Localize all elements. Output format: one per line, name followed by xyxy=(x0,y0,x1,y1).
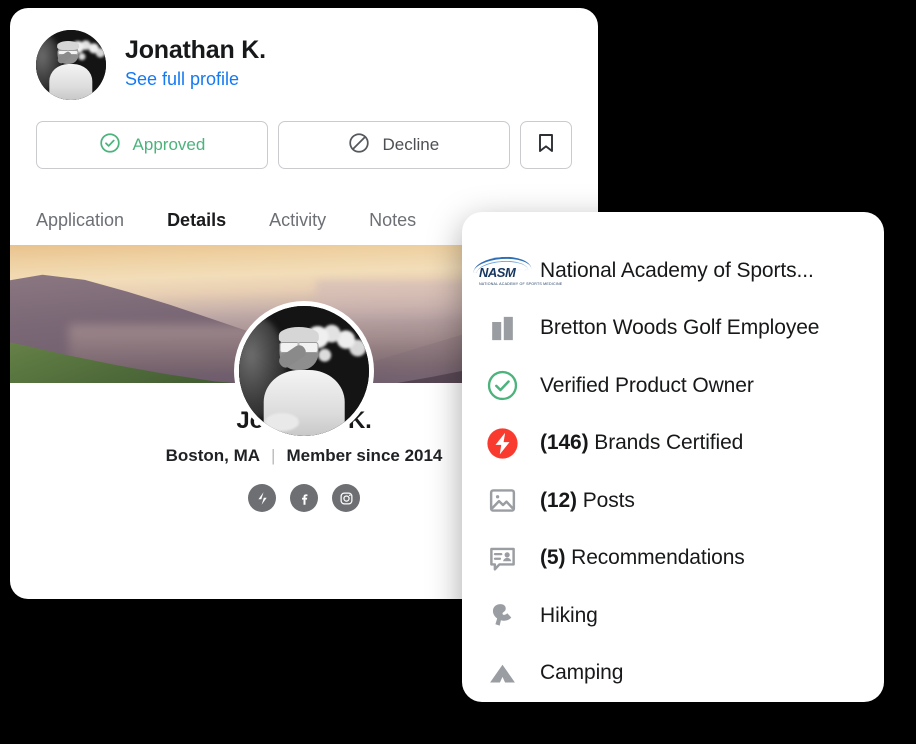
tab-details[interactable]: Details xyxy=(159,210,235,251)
detail-label: National Academy of Sports... xyxy=(540,258,814,282)
verified-check-icon xyxy=(484,368,520,404)
see-full-profile-link[interactable]: See full profile xyxy=(125,69,266,91)
detail-row-camping[interactable]: Camping xyxy=(484,645,862,703)
nasm-wordmark: NASM xyxy=(479,264,516,280)
detail-row-employer[interactable]: Bretton Woods Golf Employee xyxy=(484,300,862,358)
image-icon xyxy=(484,483,520,519)
tab-activity[interactable]: Activity xyxy=(269,210,326,245)
screenshot-stage: Jonathan K. See full profile Approved De… xyxy=(0,0,916,744)
detail-label: (12) Posts xyxy=(540,489,635,513)
header-text-block: Jonathan K. See full profile xyxy=(125,30,266,90)
detail-row-recommendations[interactable]: (5) Recommendations xyxy=(484,530,862,588)
detail-count: (12) xyxy=(540,488,577,512)
detail-text: Recommendations xyxy=(571,546,745,570)
approved-label: Approved xyxy=(132,135,206,154)
detail-label: (5) Recommendations xyxy=(540,546,745,570)
detail-text: Brands Certified xyxy=(594,431,744,455)
strava-bolt-icon[interactable] xyxy=(248,484,276,512)
detail-row-brands-certified[interactable]: (146) Brands Certified xyxy=(484,415,862,473)
profile-membership: Member since 2014 xyxy=(286,446,443,465)
nasm-tagline: NATIONAL ACADEMY OF SPORTS MEDICINE xyxy=(479,281,563,286)
tab-application[interactable]: Application xyxy=(36,210,124,245)
camping-tent-icon xyxy=(484,655,520,691)
decline-label: Decline xyxy=(382,135,440,154)
profile-location: Boston, MA xyxy=(165,446,261,465)
detail-text: Posts xyxy=(582,488,635,512)
nasm-logo-icon: NASM NATIONAL ACADEMY OF SPORTS MEDICINE xyxy=(472,253,562,289)
hiking-icon xyxy=(484,598,520,634)
detail-row-verified[interactable]: Verified Product Owner xyxy=(484,357,862,415)
action-button-group: Approved Decline xyxy=(10,100,598,169)
building-icon xyxy=(484,310,520,346)
instagram-icon[interactable] xyxy=(332,484,360,512)
detail-label: Hiking xyxy=(540,603,598,627)
red-bolt-badge-icon xyxy=(484,425,520,461)
detail-count: (5) xyxy=(540,546,566,570)
detail-row-hiking[interactable]: Hiking xyxy=(484,587,862,645)
bookmark-button[interactable] xyxy=(519,121,573,169)
detail-label: Camping xyxy=(540,661,624,685)
profile-avatar-large xyxy=(234,301,374,441)
recommendation-bubble-icon xyxy=(484,540,520,576)
check-circle-icon xyxy=(99,132,121,159)
approved-button[interactable]: Approved xyxy=(36,121,268,169)
detail-label: (146) Brands Certified xyxy=(540,431,743,455)
ban-circle-icon xyxy=(348,132,370,159)
meta-divider: | xyxy=(271,446,276,465)
tab-notes[interactable]: Notes xyxy=(369,210,416,245)
detail-count: (146) xyxy=(540,431,589,455)
avatar xyxy=(36,30,106,100)
facebook-icon[interactable] xyxy=(290,484,318,512)
details-panel: NASM NATIONAL ACADEMY OF SPORTS MEDICINE… xyxy=(462,212,884,702)
detail-label: Bretton Woods Golf Employee xyxy=(540,316,820,340)
bookmark-icon xyxy=(536,132,556,159)
detail-row-posts[interactable]: (12) Posts xyxy=(484,472,862,530)
card-header: Jonathan K. See full profile xyxy=(10,8,598,100)
decline-button[interactable]: Decline xyxy=(277,121,510,169)
page-title: Jonathan K. xyxy=(125,36,266,64)
detail-row-certification[interactable]: NASM NATIONAL ACADEMY OF SPORTS MEDICINE… xyxy=(472,242,862,300)
detail-label: Verified Product Owner xyxy=(540,373,754,397)
